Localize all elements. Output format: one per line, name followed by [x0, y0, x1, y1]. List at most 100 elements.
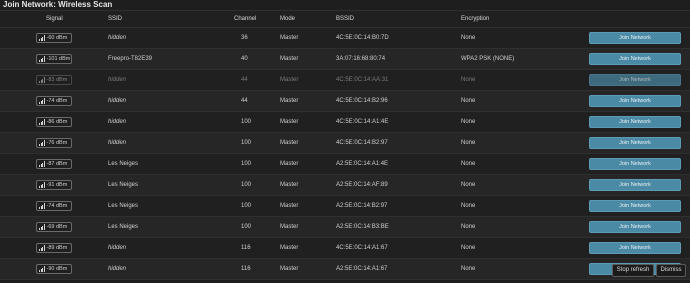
header-bssid: BSSID — [336, 16, 355, 22]
join-network-button[interactable]: Join Network — [589, 179, 681, 191]
mode-cell: Master — [280, 224, 299, 230]
join-network-button[interactable]: Join Network — [589, 116, 681, 128]
stop-refresh-button[interactable]: Stop refresh — [612, 264, 654, 277]
ssid-cell: hidden — [108, 35, 127, 41]
scan-results-table: Signal SSID Channel Mode BSSID Encryptio… — [0, 10, 690, 280]
table-row: -91 dBm Les Neiges 100 Master A2:5E:0C:14:AF… — [0, 175, 690, 196]
channel-cell: 40 — [241, 56, 248, 62]
signal-value: -76 dBm — [46, 140, 68, 146]
channel-cell: 36 — [241, 35, 248, 41]
signal-strength-icon — [39, 35, 45, 41]
bssid-cell: 4C:5E:0C:14:B2:96 — [336, 98, 388, 104]
mode-cell: Master — [280, 203, 299, 209]
table-row: -76 dBm hidden 100 Master 4C:5E:0C:14:B2:97 N… — [0, 133, 690, 154]
signal-value: -89 dBm — [46, 245, 68, 251]
join-network-button[interactable]: Join Network — [589, 32, 681, 44]
signal-value: -83 dBm — [46, 77, 68, 83]
bssid-cell: A2:5E:0C:14:A1:4E — [336, 161, 389, 167]
table-row: -90 dBm hidden 116 Master A2:5E:0C:14:A1:67 N… — [0, 259, 690, 280]
signal-value: -91 dBm — [46, 182, 68, 188]
signal-value: -87 dBm — [46, 161, 68, 167]
bssid-cell: 4C:5E:0C:14:A1:67 — [336, 245, 388, 251]
join-network-button[interactable]: Join Network — [589, 137, 681, 149]
channel-cell: 44 — [241, 98, 248, 104]
join-network-button[interactable]: Join Network — [589, 221, 681, 233]
mode-cell: Master — [280, 56, 299, 62]
signal-value: -86 dBm — [46, 119, 68, 125]
header-signal: Signal — [46, 16, 63, 22]
mode-cell: Master — [280, 119, 299, 125]
bssid-cell: A2:5E:0C:14:B2:97 — [336, 203, 388, 209]
signal-strength-icon — [39, 119, 45, 125]
encryption-cell: None — [461, 161, 476, 167]
join-network-button[interactable]: Join Network — [589, 242, 681, 254]
signal-badge: -60 dBm — [36, 33, 72, 43]
mode-cell: Master — [280, 98, 299, 104]
header-mode: Mode — [280, 16, 296, 22]
encryption-cell: None — [461, 266, 476, 272]
encryption-cell: None — [461, 182, 476, 188]
signal-strength-icon — [39, 56, 45, 62]
signal-badge: -74 dBm — [36, 96, 72, 106]
ssid-cell: hidden — [108, 77, 127, 83]
dismiss-button[interactable]: Dismiss — [656, 264, 686, 277]
bssid-cell: A2:5E:0C:14:B3:BE — [336, 224, 389, 230]
table-row: -74 dBm Les Neiges 100 Master A2:5E:0C:14:B2… — [0, 196, 690, 217]
table-row: -83 dBm hidden 44 Master 4C:5E:0C:14:AA:31 No… — [0, 70, 690, 91]
bssid-cell: 4C:5E:0C:14:A1:4E — [336, 119, 389, 125]
signal-strength-icon — [39, 266, 45, 272]
join-network-button[interactable]: Join Network — [589, 74, 681, 86]
bssid-cell: 4C:5E:0C:14:B2:97 — [336, 140, 388, 146]
join-network-button[interactable]: Join Network — [589, 95, 681, 107]
mode-cell: Master — [280, 266, 299, 272]
signal-badge: -76 dBm — [36, 138, 72, 148]
encryption-cell: None — [461, 98, 476, 104]
bssid-cell: 4C:5E:0C:14:AA:31 — [336, 77, 389, 83]
signal-badge: -87 dBm — [36, 159, 72, 169]
channel-cell: 116 — [241, 245, 251, 251]
signal-value: -101 dBm — [46, 56, 71, 62]
ssid-cell: hidden — [108, 245, 127, 251]
signal-badge: -90 dBm — [36, 264, 72, 274]
mode-cell: Master — [280, 245, 299, 251]
mode-cell: Master — [280, 140, 299, 146]
header-channel: Channel — [234, 16, 257, 22]
ssid-cell: Les Neiges — [108, 182, 139, 188]
channel-cell: 100 — [241, 182, 252, 188]
table-row: -89 dBm hidden 116 Master 4C:5E:0C:14:A1:67 N… — [0, 238, 690, 259]
encryption-cell: None — [461, 203, 476, 209]
signal-strength-icon — [39, 203, 45, 209]
encryption-cell: None — [461, 245, 476, 251]
channel-cell: 100 — [241, 140, 252, 146]
table-row: -69 dBm Les Neiges 100 Master A2:5E:0C:14:B3… — [0, 217, 690, 238]
signal-strength-icon — [39, 224, 45, 230]
join-network-button[interactable]: Join Network — [589, 158, 681, 170]
mode-cell: Master — [280, 35, 299, 41]
ssid-cell: hidden — [108, 140, 127, 146]
signal-strength-icon — [39, 182, 45, 188]
mode-cell: Master — [280, 182, 299, 188]
table-row: -101 dBm Freepro-T82E39 40 Master 3A:07:16:6… — [0, 49, 690, 70]
signal-value: -90 dBm — [46, 266, 68, 272]
signal-badge: -89 dBm — [36, 243, 72, 253]
signal-value: -69 dBm — [46, 224, 68, 230]
encryption-cell: WPA2 PSK (NONE) — [461, 56, 515, 62]
join-network-button[interactable]: Join Network — [589, 200, 681, 212]
ssid-cell: Freepro-T82E39 — [108, 56, 153, 62]
mode-cell: Master — [280, 161, 299, 167]
table-row: -87 dBm Les Neiges 100 Master A2:5E:0C:14:A1… — [0, 154, 690, 175]
signal-badge: -86 dBm — [36, 117, 72, 127]
ssid-cell: hidden — [108, 266, 127, 272]
table-row: -86 dBm hidden 100 Master 4C:5E:0C:14:A1:4E N… — [0, 112, 690, 133]
table-body: -60 dBm hidden 36 Master 4C:5E:0C:14:B0:7D No… — [0, 28, 690, 280]
encryption-cell: None — [461, 77, 476, 83]
encryption-cell: None — [461, 35, 476, 41]
ssid-cell: Les Neiges — [108, 161, 139, 167]
join-network-button[interactable]: Join Network — [589, 53, 681, 65]
signal-badge: -101 dBm — [36, 54, 72, 64]
encryption-cell: None — [461, 224, 476, 230]
channel-cell: 100 — [241, 161, 252, 167]
encryption-cell: None — [461, 119, 476, 125]
channel-cell: 100 — [241, 224, 252, 230]
signal-badge: -74 dBm — [36, 201, 72, 211]
